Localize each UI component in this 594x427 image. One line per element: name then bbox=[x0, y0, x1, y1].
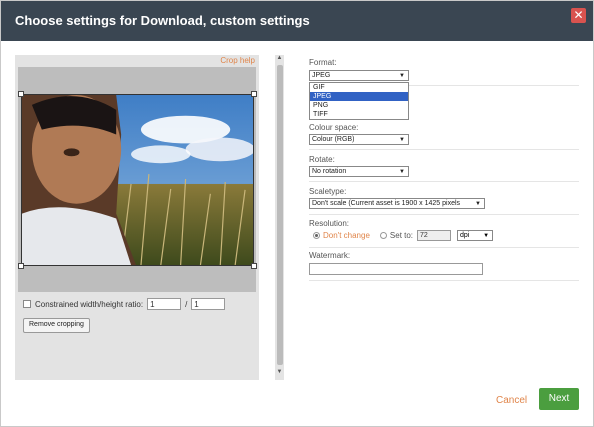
colour-space-field: Colour space: Colour (RGB) ▼ bbox=[309, 121, 579, 150]
set-to-radio[interactable] bbox=[379, 232, 387, 239]
crop-handle-top-right[interactable] bbox=[251, 91, 257, 97]
chevron-down-icon: ▼ bbox=[483, 233, 490, 239]
dialog-titlebar: Choose settings for Download, custom set… bbox=[1, 1, 593, 41]
preview-photo[interactable] bbox=[21, 94, 254, 266]
set-to-label[interactable]: Set to: bbox=[390, 231, 413, 240]
colour-space-label: Colour space: bbox=[309, 123, 359, 132]
dialog-title: Choose settings for Download, custom set… bbox=[15, 13, 310, 28]
dpi-unit-select[interactable]: dpi ▼ bbox=[457, 230, 494, 241]
chevron-down-icon: ▼ bbox=[399, 169, 405, 175]
dont-change-radio[interactable] bbox=[313, 232, 320, 239]
resolution-label: Resolution: bbox=[309, 219, 350, 228]
chevron-down-icon: ▼ bbox=[399, 73, 405, 79]
format-select-value: JPEG bbox=[312, 72, 331, 79]
rotate-select[interactable]: No rotation ▼ bbox=[309, 166, 409, 177]
ratio-row: Constrained width/height ratio: / bbox=[23, 298, 226, 310]
resolution-row: Don't change Set to: dpi ▼ bbox=[313, 230, 494, 241]
dont-change-label[interactable]: Don't change bbox=[323, 231, 370, 240]
crop-handle-bottom-left[interactable] bbox=[18, 263, 24, 269]
colour-space-value: Colour (RGB) bbox=[312, 136, 355, 143]
scroll-up-icon[interactable]: ▲ bbox=[275, 55, 284, 61]
rotate-value: No rotation bbox=[312, 168, 347, 175]
constrained-ratio-checkbox[interactable] bbox=[23, 300, 31, 308]
dpi-input[interactable] bbox=[417, 230, 452, 241]
crop-image-area bbox=[18, 67, 257, 292]
scaletype-value: Don't scale (Current asset is 1900 x 142… bbox=[312, 200, 461, 207]
chevron-down-icon: ▼ bbox=[475, 201, 481, 207]
dpi-unit-value: dpi bbox=[460, 232, 470, 239]
watermark-input[interactable] bbox=[309, 263, 483, 275]
constrained-ratio-label: Constrained width/height ratio: bbox=[35, 299, 144, 309]
scaletype-label: Scaletype: bbox=[309, 187, 347, 196]
format-label: Format: bbox=[309, 58, 337, 67]
rotate-label: Rotate: bbox=[309, 155, 335, 164]
crop-handle-bottom-right[interactable] bbox=[251, 263, 257, 269]
format-dropdown-list[interactable]: GIF JPEG PNG TIFF bbox=[309, 82, 409, 120]
ratio-separator: / bbox=[185, 299, 188, 309]
chevron-down-icon: ▼ bbox=[399, 137, 405, 143]
close-icon[interactable]: ✕ bbox=[571, 8, 586, 23]
remove-cropping-button[interactable]: Remove cropping bbox=[23, 318, 90, 333]
ratio-width-input[interactable] bbox=[147, 298, 182, 310]
crop-panel: Crop help Constrained width/height ratio… bbox=[15, 55, 259, 380]
format-option-tiff[interactable]: TIFF bbox=[310, 110, 408, 119]
format-field: Format: JPEG ▼ GIF JPEG PNG TIFF bbox=[309, 55, 579, 120]
scaletype-field: Scaletype: Don't scale (Current asset is… bbox=[309, 185, 579, 215]
ratio-height-input[interactable] bbox=[191, 298, 226, 310]
scroll-down-icon[interactable]: ▼ bbox=[275, 369, 284, 375]
format-option-jpeg[interactable]: JPEG bbox=[310, 92, 408, 101]
crop-handle-top-left[interactable] bbox=[18, 91, 24, 97]
scroll-thumb[interactable] bbox=[277, 65, 283, 365]
download-settings-dialog: Choose settings for Download, custom set… bbox=[0, 0, 594, 427]
panel-scrollbar[interactable]: ▲ ▼ bbox=[275, 55, 284, 380]
watermark-label: Watermark: bbox=[309, 251, 351, 260]
next-button[interactable]: Next bbox=[539, 388, 579, 410]
rotate-field: Rotate: No rotation ▼ bbox=[309, 153, 579, 182]
crop-help-link[interactable]: Crop help bbox=[220, 56, 255, 65]
format-option-png[interactable]: PNG bbox=[310, 101, 408, 110]
format-select[interactable]: JPEG ▼ bbox=[309, 70, 409, 81]
scaletype-select[interactable]: Don't scale (Current asset is 1900 x 142… bbox=[309, 198, 485, 209]
format-option-gif[interactable]: GIF bbox=[310, 83, 408, 92]
cancel-button[interactable]: Cancel bbox=[496, 395, 527, 406]
colour-space-select[interactable]: Colour (RGB) ▼ bbox=[309, 134, 409, 145]
